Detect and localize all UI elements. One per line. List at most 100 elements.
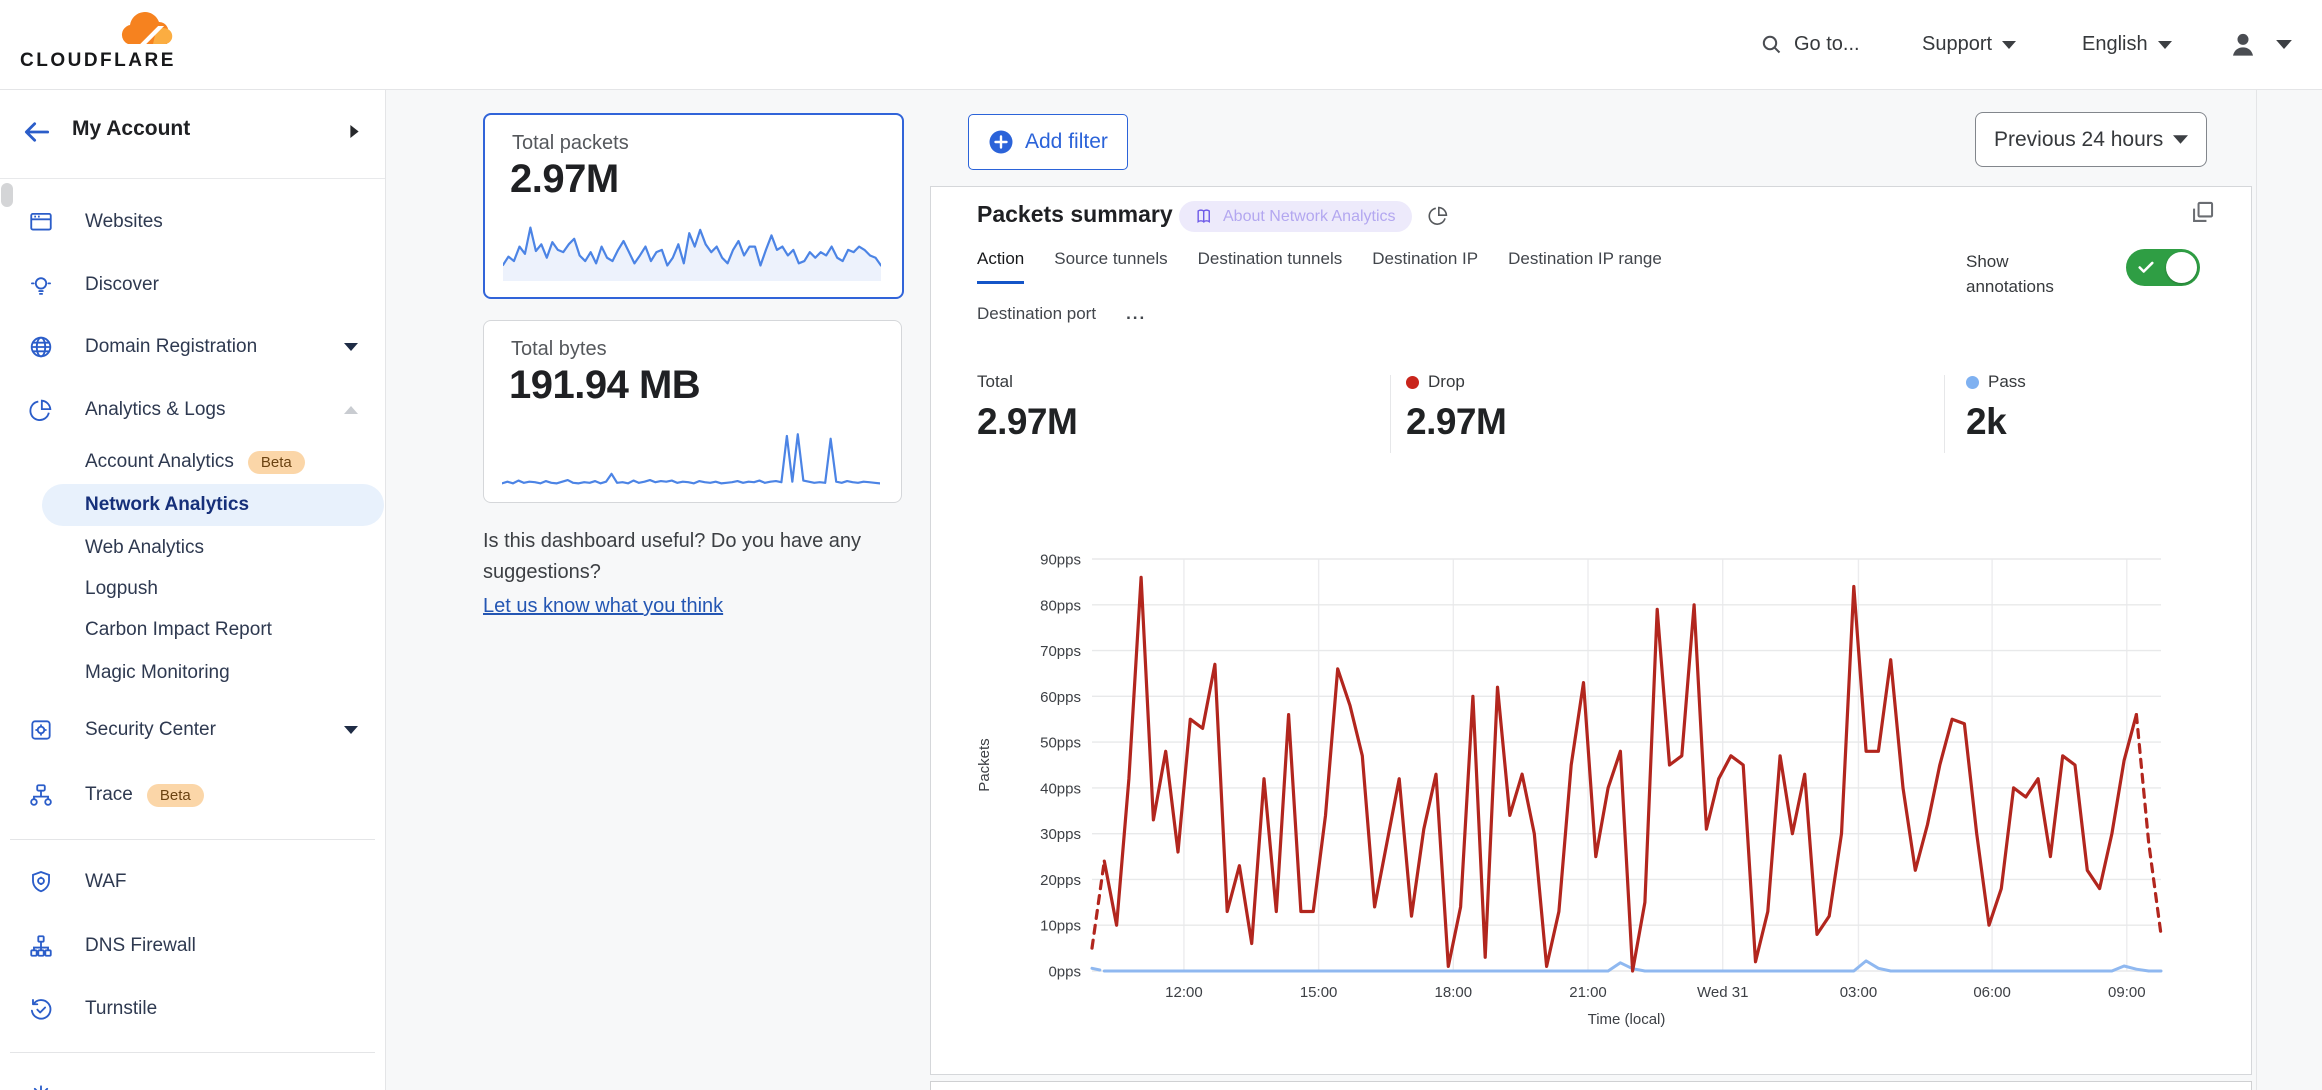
sitemap-icon: [28, 933, 54, 959]
support-label: Support: [1922, 33, 1992, 56]
y-tick-label: 50pps: [1040, 735, 1081, 752]
x-tick-label: 21:00: [1569, 984, 1607, 1001]
beta-badge: Beta: [147, 784, 204, 807]
y-tick-label: 90pps: [1040, 552, 1081, 569]
sidebar-item-turnstile[interactable]: Turnstile: [0, 986, 385, 1032]
add-filter-button[interactable]: Add filter: [968, 114, 1128, 170]
sidebar-item-analytics-logs[interactable]: Analytics & Logs: [0, 387, 385, 433]
user-menu[interactable]: [2228, 0, 2292, 89]
user-icon: [2228, 30, 2258, 60]
sidebar-item-discover[interactable]: Discover: [0, 262, 385, 308]
x-tick-label: 18:00: [1435, 984, 1473, 1001]
account-header: My Account: [0, 89, 385, 179]
sidebar-item-waf[interactable]: WAF: [0, 859, 385, 905]
back-arrow-icon[interactable]: [22, 119, 52, 145]
sidebar-item-trace[interactable]: TraceBeta: [0, 772, 385, 818]
sidebar-item-label: Logpush: [85, 578, 158, 600]
stat-label: Total: [977, 372, 1013, 392]
sidebar-item-label: Discover: [85, 274, 159, 296]
tab-action[interactable]: Action: [977, 249, 1024, 284]
total-packets-card[interactable]: Total packets 2.97M: [483, 113, 904, 299]
go-to-search[interactable]: Go to...: [1760, 0, 1860, 89]
feedback-text-line1: Is this dashboard useful? Do you have an…: [483, 526, 953, 557]
tab-destination-ip-range[interactable]: Destination IP range: [1508, 249, 1662, 284]
y-tick-label: 40pps: [1040, 780, 1081, 797]
total-bytes-sparkline-line: [502, 434, 880, 483]
sidebar-item-network-analytics[interactable]: Network Analytics: [0, 484, 385, 526]
tabs-more-button[interactable]: ...: [1126, 304, 1146, 336]
sidebar-item-security-center[interactable]: Security Center: [0, 707, 385, 753]
chevron-up-icon: [344, 406, 358, 414]
sidebar-item-label: DNS Firewall: [85, 935, 196, 957]
sidebar-item-label: Web Analytics: [85, 537, 204, 559]
stat-drop: Drop 2.97M: [1406, 372, 1506, 443]
show-annotations-toggle[interactable]: [2126, 249, 2200, 286]
sidebar-item-carbon-impact-report[interactable]: Carbon Impact Report: [0, 609, 385, 651]
language-label: English: [2082, 33, 2148, 56]
sidebar-item-label: Magic Monitoring: [85, 662, 230, 684]
y-tick-label: 70pps: [1040, 643, 1081, 660]
sidebar-item-logpush[interactable]: Logpush: [0, 568, 385, 610]
cloudflare-logo[interactable]: CLOUDFLARE: [18, 6, 218, 82]
x-tick-label: Wed 31: [1697, 984, 1748, 1001]
cloudflare-dashboard: CLOUDFLARE Go to... Support English: [0, 0, 2322, 1090]
pie-chart-icon: [28, 397, 54, 423]
sidebar-item-magic-monitoring[interactable]: Magic Monitoring: [0, 652, 385, 694]
sidebar-item-web-analytics[interactable]: Web Analytics: [0, 527, 385, 569]
support-menu[interactable]: Support: [1922, 0, 2016, 89]
drop-series-line: [1104, 577, 2136, 971]
sidebar-item-account-analytics[interactable]: Account AnalyticsBeta: [0, 441, 385, 483]
time-range-dropdown[interactable]: Previous 24 hours: [1975, 112, 2207, 167]
chevron-down-icon: [2002, 41, 2016, 49]
stat-value: 2k: [1966, 401, 2026, 443]
book-icon: [1195, 207, 1214, 226]
topbar: CLOUDFLARE Go to... Support English: [0, 0, 2322, 90]
drop-series-line: [1092, 861, 1104, 948]
about-network-analytics-badge[interactable]: About Network Analytics: [1179, 201, 1412, 232]
x-tick-label: 15:00: [1300, 984, 1338, 1001]
x-tick-label: 09:00: [2108, 984, 2146, 1001]
feedback-link[interactable]: Let us know what you think: [483, 591, 723, 622]
total-bytes-sparkline: [502, 429, 880, 491]
check-icon: [2138, 261, 2154, 274]
globe-icon: [28, 334, 54, 360]
sidebar-item-dns-firewall[interactable]: DNS Firewall: [0, 923, 385, 969]
y-axis-title: Packets: [976, 738, 993, 791]
lightbulb-icon: [28, 272, 54, 298]
card-label: Total packets: [512, 132, 629, 155]
account-name[interactable]: My Account: [72, 117, 190, 141]
panel-title: Packets summary: [977, 201, 1173, 228]
toggle-knob: [2166, 252, 2197, 283]
sidebar-item-partial[interactable]: [0, 1072, 385, 1090]
time-range-label: Previous 24 hours: [1994, 128, 2163, 152]
expand-panel-icon[interactable]: [2189, 199, 2216, 226]
add-filter-label: Add filter: [1025, 130, 1108, 154]
sidebar-item-label: WAF: [85, 871, 127, 893]
refresh-check-icon: [28, 996, 54, 1022]
language-menu[interactable]: English: [2082, 0, 2172, 89]
tab-destination-port[interactable]: Destination port: [977, 304, 1096, 336]
feedback-prompt: Is this dashboard useful? Do you have an…: [483, 526, 953, 622]
sidebar-item-label: Network Analytics: [85, 494, 249, 516]
sidebar-divider: [10, 839, 375, 840]
trace-flow-icon: [28, 782, 54, 808]
y-tick-label: 60pps: [1040, 689, 1081, 706]
tab-destination-ip[interactable]: Destination IP: [1372, 249, 1478, 284]
sidebar-item-websites[interactable]: Websites: [0, 199, 385, 245]
browser-window-icon: [28, 209, 54, 235]
tab-source-tunnels[interactable]: Source tunnels: [1054, 249, 1167, 284]
beta-badge: Beta: [248, 451, 305, 474]
sidebar-divider: [10, 1052, 375, 1053]
chart-type-icon[interactable]: [1426, 204, 1450, 228]
card-label: Total bytes: [511, 338, 607, 361]
y-tick-label: 10pps: [1040, 918, 1081, 935]
y-tick-label: 80pps: [1040, 597, 1081, 614]
stat-total: Total 2.97M: [977, 372, 1077, 443]
content-right-border: [2256, 89, 2257, 1090]
tab-destination-tunnels[interactable]: Destination tunnels: [1198, 249, 1343, 284]
total-bytes-card[interactable]: Total bytes 191.94 MB: [483, 320, 902, 503]
cloudflare-cloud-icon: [18, 6, 218, 50]
chevron-right-icon[interactable]: [350, 125, 359, 138]
sidebar-item-label: Security Center: [85, 719, 216, 741]
sidebar-item-domain-registration[interactable]: Domain Registration: [0, 324, 385, 370]
